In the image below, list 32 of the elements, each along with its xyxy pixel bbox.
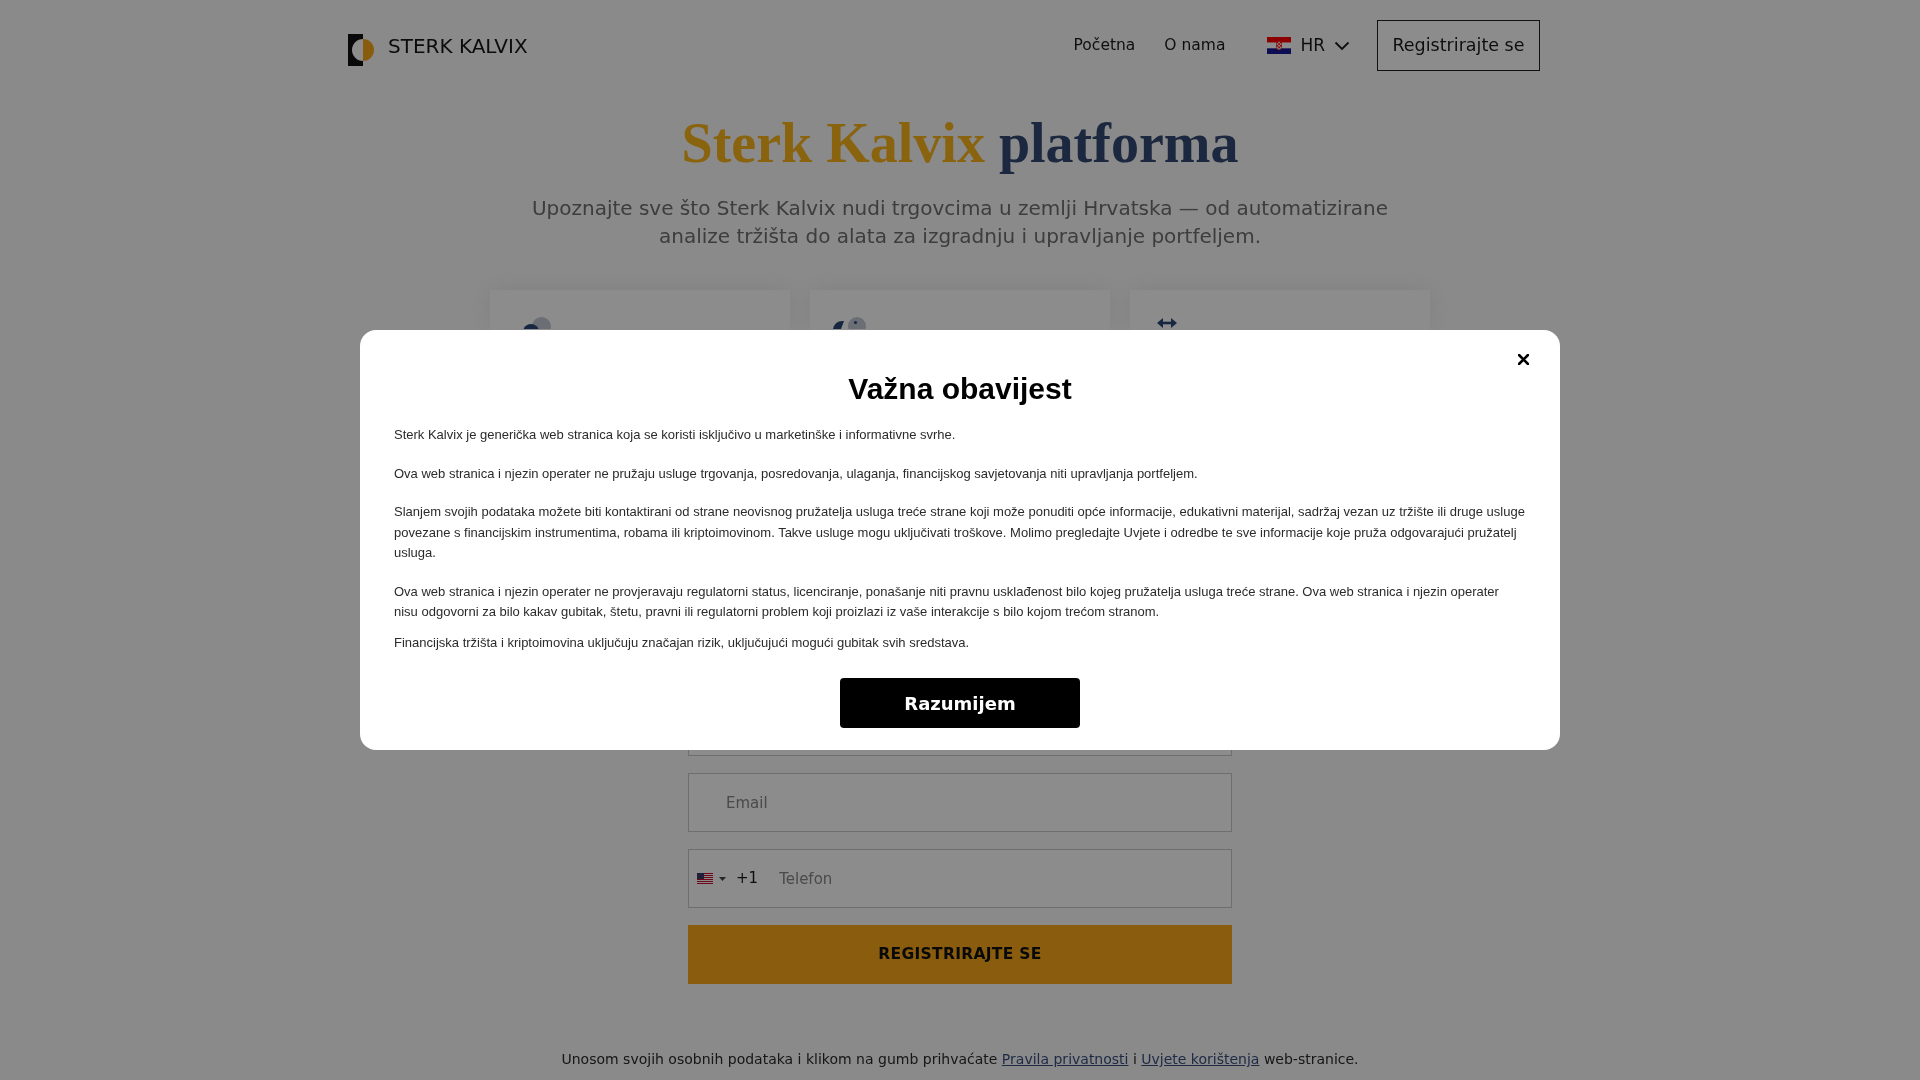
us-flag-icon [697, 873, 713, 884]
double-arrow-icon [1157, 318, 1177, 329]
brand-name: STERK KALVIX [388, 33, 528, 58]
notice-paragraph: Ova web stranica i njezin operater ne provjeravaju regulatorni status, licenciranje, ponašanje niti pravnu usklađenost bilo kojeg pružatelja usluga treće strane. Ova web stranica i njezin operater nisu odgovorni za bilo kakav gubitak, štetu, pravni ili regulatorni problem koji proizlazi iz vaše interakcije s bilo kojom trećom stranom. [394, 582, 1500, 621]
hero-title: Sterk Kalvix platforma [680, 112, 1240, 175]
consent-text: Unosom svojih osobnih podataka i klikom na gumb prihvaćate Pravila privatnosti i Uvjete korištenja web-stranice. [560, 1050, 1360, 1069]
hero-subtitle: Upoznajte sve što Sterk Kalvix nudi trgovcima u zemlji Hrvatska — od automatizirane analize tržišta do alata za izgradnju i upravljanje portfeljem. [530, 195, 1390, 250]
notice-paragraph: Financijska tržišta i kriptoimovina uključuju značajan rizik, uključujući mogući gubitak svih sredstava. [394, 633, 971, 652]
users-icon [522, 316, 551, 329]
language-selector[interactable]: HR [1267, 32, 1350, 59]
nav-link[interactable]: Početna [1073, 33, 1136, 58]
consent-link[interactable]: Uvjete korištenja [1141, 1051, 1260, 1067]
notice-paragraph: Ova web stranica i njezin operater ne pružaju usluge trgovanja, posredovanja, ulaganja, financijskog savjetovanja niti upravljanja portfeljem. [394, 464, 1199, 483]
country-selector[interactable] [697, 873, 728, 884]
rocket-icon [832, 316, 866, 329]
notice-paragraph: Sterk Kalvix je generička web stranica koja se koristi isključivo u marketinške i informativne svrhe. [394, 426, 957, 444]
chevron-down-icon [1334, 40, 1350, 51]
croatia-flag-icon [1267, 37, 1292, 54]
logo-icon [348, 33, 376, 66]
submit-button[interactable]: REGISTRIRAJTE SE [688, 925, 1232, 984]
notice-paragraph: Slanjem svojih podataka možete biti kontaktirani od strane neovisnog pružatelja usluga treće strane koji može ponuditi opće informacije, edukativni materijal, sadržaj vezan uz tržište ili druge usluge povezane s financijskim instrumentima, robama ili kriptoimovinom. Takve usluge mogu uključivati troškove. Molimo pregledajte Uvjete i odredbe te sve informacije koje pruža odgovarajući pružatelj usluga. [394, 503, 1526, 562]
phone-number-input[interactable]: Telefon [779, 850, 1231, 907]
phone-field[interactable]: +1 Telefon [688, 849, 1232, 908]
confirm-button[interactable]: Razumijem [840, 678, 1080, 728]
email-field[interactable]: Email [688, 773, 1232, 832]
dialog-title: Važna obavijest [847, 372, 1073, 405]
consent-link[interactable]: Pravila privatnosti [1001, 1051, 1129, 1067]
close-icon [1517, 353, 1529, 365]
nav-link[interactable]: O nama [1164, 33, 1226, 58]
dial-code: +1 [736, 868, 759, 890]
caret-down-icon [719, 876, 726, 881]
register-button[interactable]: Registrirajte se [1377, 20, 1540, 71]
